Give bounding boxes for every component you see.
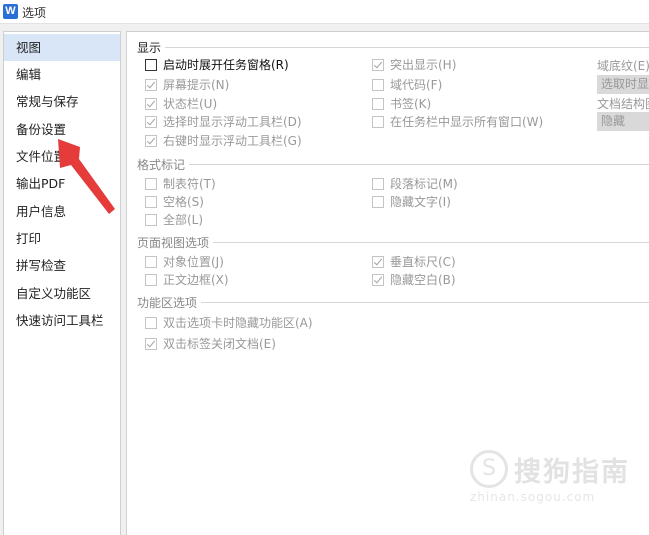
sidebar-item-general-save[interactable]: 常规与保存 [4, 88, 120, 115]
checkbox-box[interactable] [145, 214, 157, 226]
check-icon [146, 116, 156, 126]
checkbox-box[interactable] [145, 256, 157, 268]
section-title-page-view: 页面视图选项 [137, 234, 214, 251]
checkbox-box[interactable] [372, 116, 384, 128]
section-title-display: 显示 [137, 39, 166, 56]
check-icon [146, 135, 156, 145]
checkbox-box[interactable] [145, 79, 157, 91]
section-divider [163, 47, 649, 48]
checkbox-box[interactable] [145, 196, 157, 208]
checkbox-box[interactable] [145, 98, 157, 110]
sidebar-item-quick-access-toolbar[interactable]: 快速访问工具栏 [4, 307, 120, 334]
checkbox-box[interactable] [145, 178, 157, 190]
sidebar-item-spell-check[interactable]: 拼写检查 [4, 252, 120, 279]
checkbox-box[interactable] [145, 317, 157, 329]
wps-writer-icon: W [3, 4, 18, 19]
checkbox-box[interactable] [145, 338, 157, 350]
checkbox-box[interactable] [372, 98, 384, 110]
check-icon [373, 256, 383, 266]
sidebar-item-view[interactable]: 视图 [4, 34, 120, 61]
options-panel: 显示 启动时展开任务窗格(R) 屏幕提示(N) 状态栏(U) 选择时显示浮动工具… [126, 31, 649, 535]
checkbox-box[interactable] [372, 256, 384, 268]
window-title: 选项 [22, 6, 47, 20]
checkbox-box[interactable] [145, 135, 157, 147]
check-icon [373, 59, 383, 69]
section-divider [211, 242, 649, 243]
check-icon [146, 79, 156, 89]
checkbox-box[interactable] [372, 274, 384, 286]
doc-map-select[interactable]: 隐藏 [597, 112, 649, 131]
sidebar-item-export-pdf[interactable]: 输出PDF [4, 170, 120, 197]
field-shading-select[interactable]: 选取时显示 [597, 75, 649, 94]
sidebar-item-file-location[interactable]: 文件位置 [4, 143, 120, 170]
check-icon [373, 274, 383, 284]
sidebar-item-edit[interactable]: 编辑 [4, 61, 120, 88]
check-icon [146, 338, 156, 348]
sidebar-item-user-info[interactable]: 用户信息 [4, 198, 120, 225]
section-title-format-marks: 格式标记 [137, 156, 190, 173]
sidebar-item-print[interactable]: 打印 [4, 225, 120, 252]
checkbox-box[interactable] [145, 274, 157, 286]
section-divider [187, 164, 649, 165]
checkbox-box[interactable] [372, 59, 384, 71]
checkbox-box[interactable] [372, 178, 384, 190]
title-bar: W 选项 [0, 0, 649, 24]
section-title-ribbon: 功能区选项 [137, 294, 202, 311]
sidebar-item-customize-ribbon[interactable]: 自定义功能区 [4, 280, 120, 307]
checkbox-box[interactable] [372, 79, 384, 91]
checkbox-box[interactable] [372, 196, 384, 208]
check-icon [146, 98, 156, 108]
doc-map-label: 文档结构图 [597, 97, 649, 111]
sidebar-item-backup[interactable]: 备份设置 [4, 116, 120, 143]
checkbox-box[interactable] [145, 116, 157, 128]
field-shading-label: 域底纹(E) [597, 59, 649, 73]
options-sidebar: 视图 编辑 常规与保存 备份设置 文件位置 输出PDF 用户信息 打印 拼写检查… [3, 31, 121, 535]
checkbox-box[interactable] [145, 59, 157, 71]
section-divider [199, 302, 649, 303]
